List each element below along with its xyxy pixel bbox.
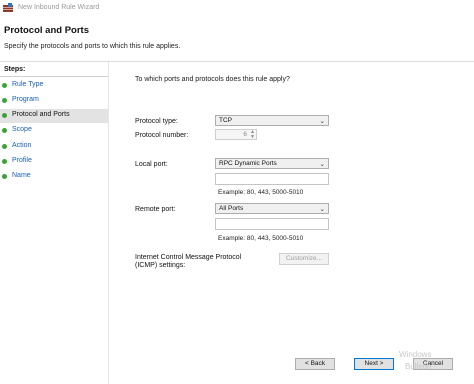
page-description: Specify the protocols and ports to which… — [4, 43, 181, 50]
protocol-type-value: TCP — [219, 117, 232, 124]
step-protocol-and-ports[interactable]: Protocol and Ports — [0, 109, 108, 123]
green-dot-icon — [2, 174, 7, 179]
protocol-number-value: 6 — [243, 131, 247, 138]
next-button[interactable]: Next > — [354, 358, 394, 370]
green-dot-icon — [2, 128, 7, 133]
firewall-icon — [3, 3, 13, 12]
protocol-number-label: Protocol number: — [135, 132, 189, 139]
step-label: Action — [12, 142, 32, 149]
green-dot-icon — [2, 159, 7, 164]
local-port-select[interactable]: RPC Dynamic Ports ⌄ — [215, 158, 329, 169]
wizard-content: To which ports and protocols does this r… — [109, 62, 474, 384]
chevron-down-icon: ⌄ — [319, 118, 325, 125]
step-label: Name — [12, 172, 31, 179]
remote-port-example: Example: 80, 443, 5000-5010 — [218, 235, 304, 242]
title-bar: New Inbound Rule Wizard — [0, 0, 474, 17]
step-action[interactable]: Action — [0, 140, 108, 154]
step-label: Program — [12, 96, 39, 103]
step-label: Rule Type — [12, 81, 44, 88]
steps-title: Steps: — [4, 66, 26, 73]
remote-port-select[interactable]: All Ports ⌄ — [215, 203, 329, 214]
window-title: New Inbound Rule Wizard — [18, 4, 100, 11]
green-dot-icon — [2, 83, 7, 88]
chevron-down-icon: ⌄ — [319, 161, 325, 168]
local-port-label: Local port: — [135, 161, 168, 168]
green-dot-icon — [2, 144, 7, 149]
page-title: Protocol and Ports — [4, 25, 89, 36]
protocol-type-select[interactable]: TCP ⌄ — [215, 115, 329, 126]
customize-button[interactable]: Customize... — [279, 253, 329, 265]
green-dot-icon — [2, 113, 7, 118]
watermark-line-1: Windows — [399, 350, 432, 359]
local-port-example: Example: 80, 443, 5000-5010 — [218, 189, 304, 196]
remote-port-label: Remote port: — [135, 206, 176, 213]
chevron-down-icon: ⌄ — [319, 206, 325, 213]
step-label: Protocol and Ports — [12, 111, 70, 118]
protocol-type-label: Protocol type: — [135, 118, 178, 125]
step-program[interactable]: Program — [0, 94, 108, 108]
wizard-header: Protocol and Ports Specify the protocols… — [0, 17, 474, 62]
step-rule-type[interactable]: Rule Type — [0, 79, 108, 93]
steps-divider — [0, 76, 108, 77]
back-button[interactable]: < Back — [295, 358, 335, 370]
icmp-settings-label: Internet Control Message Protocol (ICMP)… — [135, 254, 242, 269]
step-profile[interactable]: Profile — [0, 155, 108, 169]
local-port-value: RPC Dynamic Ports — [219, 160, 277, 167]
watermark-line-2: Bulletin — [405, 362, 432, 371]
green-dot-icon — [2, 98, 7, 103]
steps-sidebar: Steps: Rule Type Program Protocol and Po… — [0, 62, 109, 384]
protocol-number-stepper[interactable]: 6 ▲ ▼ — [215, 129, 257, 140]
spinner-arrows-icon: ▲ ▼ — [250, 129, 255, 140]
step-label: Scope — [12, 126, 32, 133]
step-label: Profile — [12, 157, 32, 164]
step-scope[interactable]: Scope — [0, 124, 108, 138]
remote-port-value: All Ports — [219, 205, 244, 212]
remote-port-input[interactable] — [215, 218, 329, 230]
local-port-input[interactable] — [215, 173, 329, 185]
question-text: To which ports and protocols does this r… — [135, 76, 290, 83]
step-name[interactable]: Name — [0, 170, 108, 184]
